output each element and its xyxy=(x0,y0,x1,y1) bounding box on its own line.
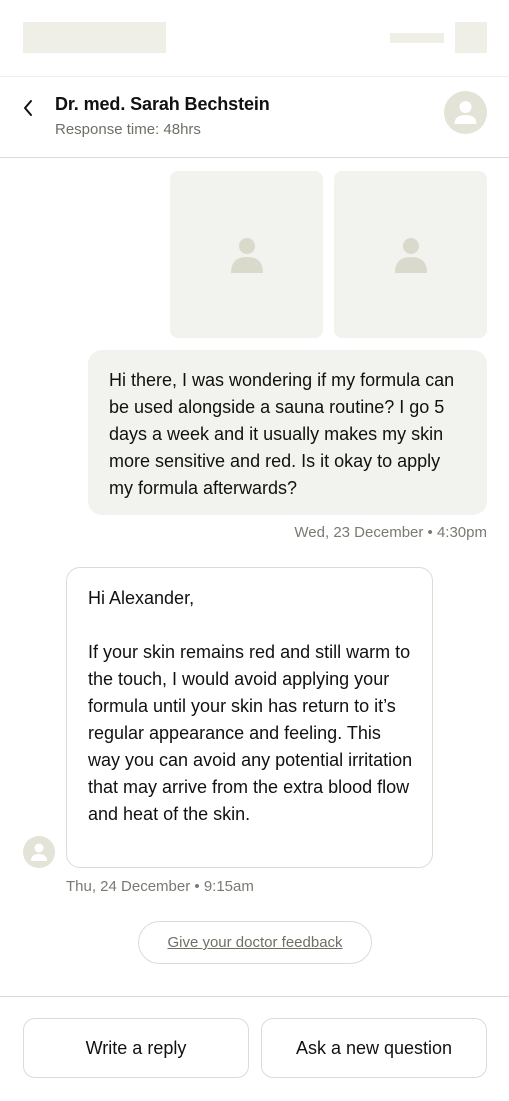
attached-image[interactable] xyxy=(334,171,487,338)
response-time: Response time: 48hrs xyxy=(55,121,201,138)
doctor-feedback-button[interactable]: Give your doctor feedback xyxy=(138,921,372,964)
incoming-message-bubble: Hi Alexander, If your skin remains red a… xyxy=(66,567,433,868)
conversation-header: Dr. med. Sarah Bechstein Response time: … xyxy=(0,76,509,158)
outgoing-message-bubble: Hi there, I was wondering if my formula … xyxy=(88,350,487,515)
outgoing-message-text: Hi there, I was wondering if my formula … xyxy=(109,370,455,498)
top-navigation-bar xyxy=(0,0,509,77)
attached-image[interactable] xyxy=(170,171,323,338)
doctor-name: Dr. med. Sarah Bechstein xyxy=(55,94,270,114)
account-placeholder[interactable] xyxy=(455,22,487,53)
write-reply-button[interactable]: Write a reply xyxy=(23,1018,249,1078)
image-placeholder-icon xyxy=(230,237,263,273)
menu-placeholder[interactable] xyxy=(390,33,444,43)
back-button[interactable] xyxy=(18,96,38,120)
user-placeholder-icon xyxy=(454,101,477,124)
image-placeholder-icon xyxy=(394,237,427,273)
doctor-avatar[interactable] xyxy=(444,91,487,134)
user-placeholder-icon xyxy=(31,843,47,861)
chevron-left-icon xyxy=(24,100,32,116)
doctor-avatar-small xyxy=(23,836,55,868)
ask-new-question-button[interactable]: Ask a new question xyxy=(261,1018,487,1078)
logo-placeholder[interactable] xyxy=(23,22,166,53)
outgoing-message-timestamp: Wed, 23 December • 4:30pm xyxy=(294,524,487,541)
incoming-message-greeting: Hi Alexander, xyxy=(88,588,195,608)
incoming-message-text: If your skin remains red and still warm … xyxy=(88,642,413,824)
incoming-message-timestamp: Thu, 24 December • 9:15am xyxy=(66,878,254,895)
action-footer: Write a reply Ask a new question xyxy=(0,996,509,1101)
